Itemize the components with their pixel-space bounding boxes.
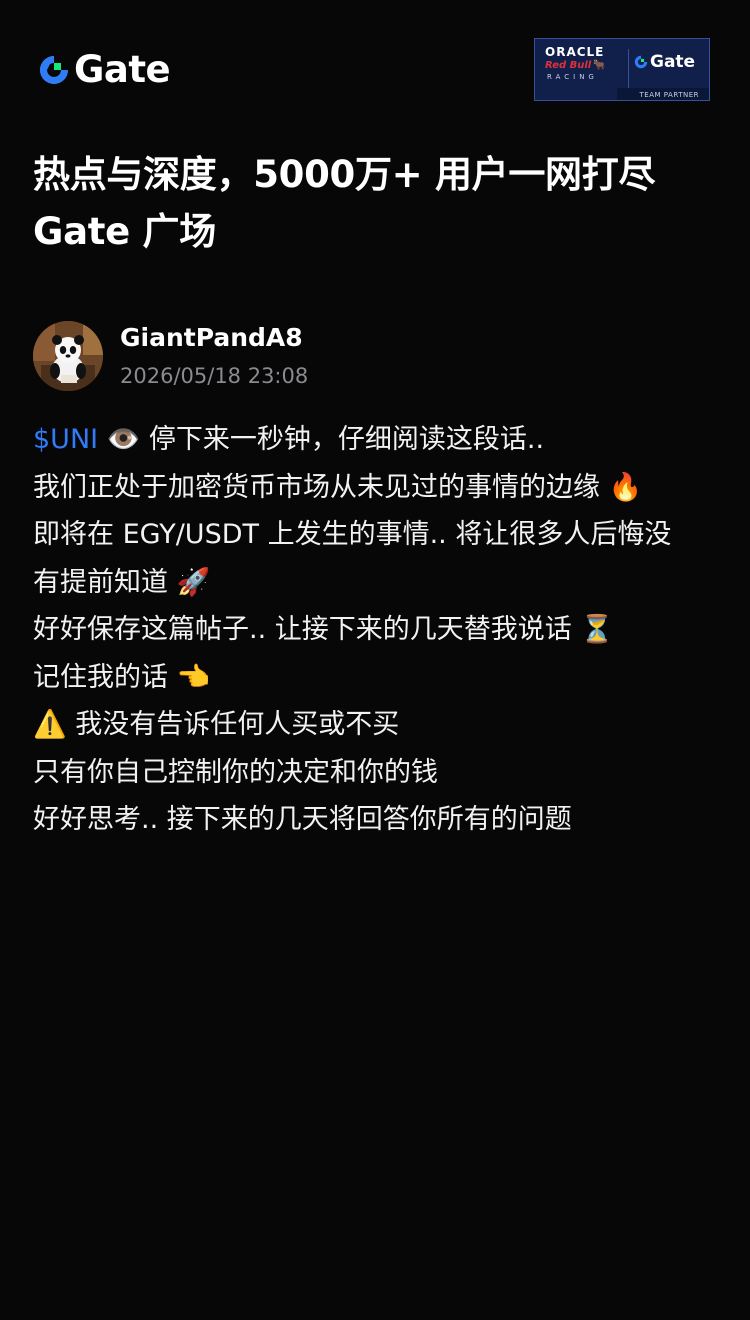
gate-logo-icon xyxy=(40,56,68,84)
post-line-8: 只有你自己控制你的决定和你的钱 xyxy=(33,756,438,788)
team-partner-badge: ORACLE Red Bull 🐂 RACING Gate TEAM PARTN… xyxy=(534,38,710,101)
redbull-wordmark: Red Bull xyxy=(545,60,592,71)
partner-gate-text: Gate xyxy=(650,52,696,72)
post-line-2: 我们正处于加密货币市场从未见过的事情的边缘 🔥 xyxy=(33,471,643,503)
headline-line-1: 热点与深度，5000万+ 用户一网打尽 xyxy=(33,153,656,196)
author-username[interactable]: GiantPandA8 xyxy=(120,322,303,354)
post-line-1-text: 👁️ 停下来一秒钟，仔细阅读这段话.. xyxy=(98,424,545,455)
post-line-4: 有提前知道 🚀 xyxy=(33,566,211,598)
team-partner-label: TEAM PARTNER xyxy=(639,91,699,99)
post-line-5: 好好保存这篇帖子.. 让接下来的几天替我说话 ⏳ xyxy=(33,614,614,645)
badge-divider xyxy=(628,49,629,89)
post-line-3: 即将在 EGY/USDT 上发生的事情.. 将让很多人后悔没 xyxy=(33,519,672,550)
avatar[interactable] xyxy=(33,321,103,391)
headline-line-2: Gate 广场 xyxy=(33,210,216,253)
panda-avatar-icon xyxy=(33,321,103,391)
oracle-wordmark: ORACLE xyxy=(545,45,605,59)
logo-text: Gate xyxy=(74,48,171,91)
gate-post-page: Gate ORACLE Red Bull 🐂 RACING Gate TEAM … xyxy=(0,0,750,1320)
post-line-6: 记住我的话 👈 xyxy=(33,661,211,693)
post-line-7: ⚠️ 我没有告诉任何人买或不买 xyxy=(33,709,400,740)
partner-gate-logo: Gate xyxy=(633,52,695,72)
racing-wordmark: RACING xyxy=(547,73,598,81)
redbull-bulls-icon: 🐂 xyxy=(593,60,606,71)
post-timestamp: 2026/05/18 23:08 xyxy=(120,364,309,388)
gate-mini-icon xyxy=(634,55,648,69)
gate-logo[interactable]: Gate xyxy=(36,48,171,91)
page-headline: 热点与深度，5000万+ 用户一网打尽 Gate 广场 xyxy=(33,146,723,260)
post-line-1: $UNI 👁️ 停下来一秒钟，仔细阅读这段话.. xyxy=(33,416,723,464)
ticker-link[interactable]: $UNI xyxy=(33,424,98,455)
post-content: $UNI 👁️ 停下来一秒钟，仔细阅读这段话.. 我们正处于加密货币市场从未见过… xyxy=(33,416,723,844)
post-line-9: 好好思考.. 接下来的几天将回答你所有的问题 xyxy=(33,804,572,835)
